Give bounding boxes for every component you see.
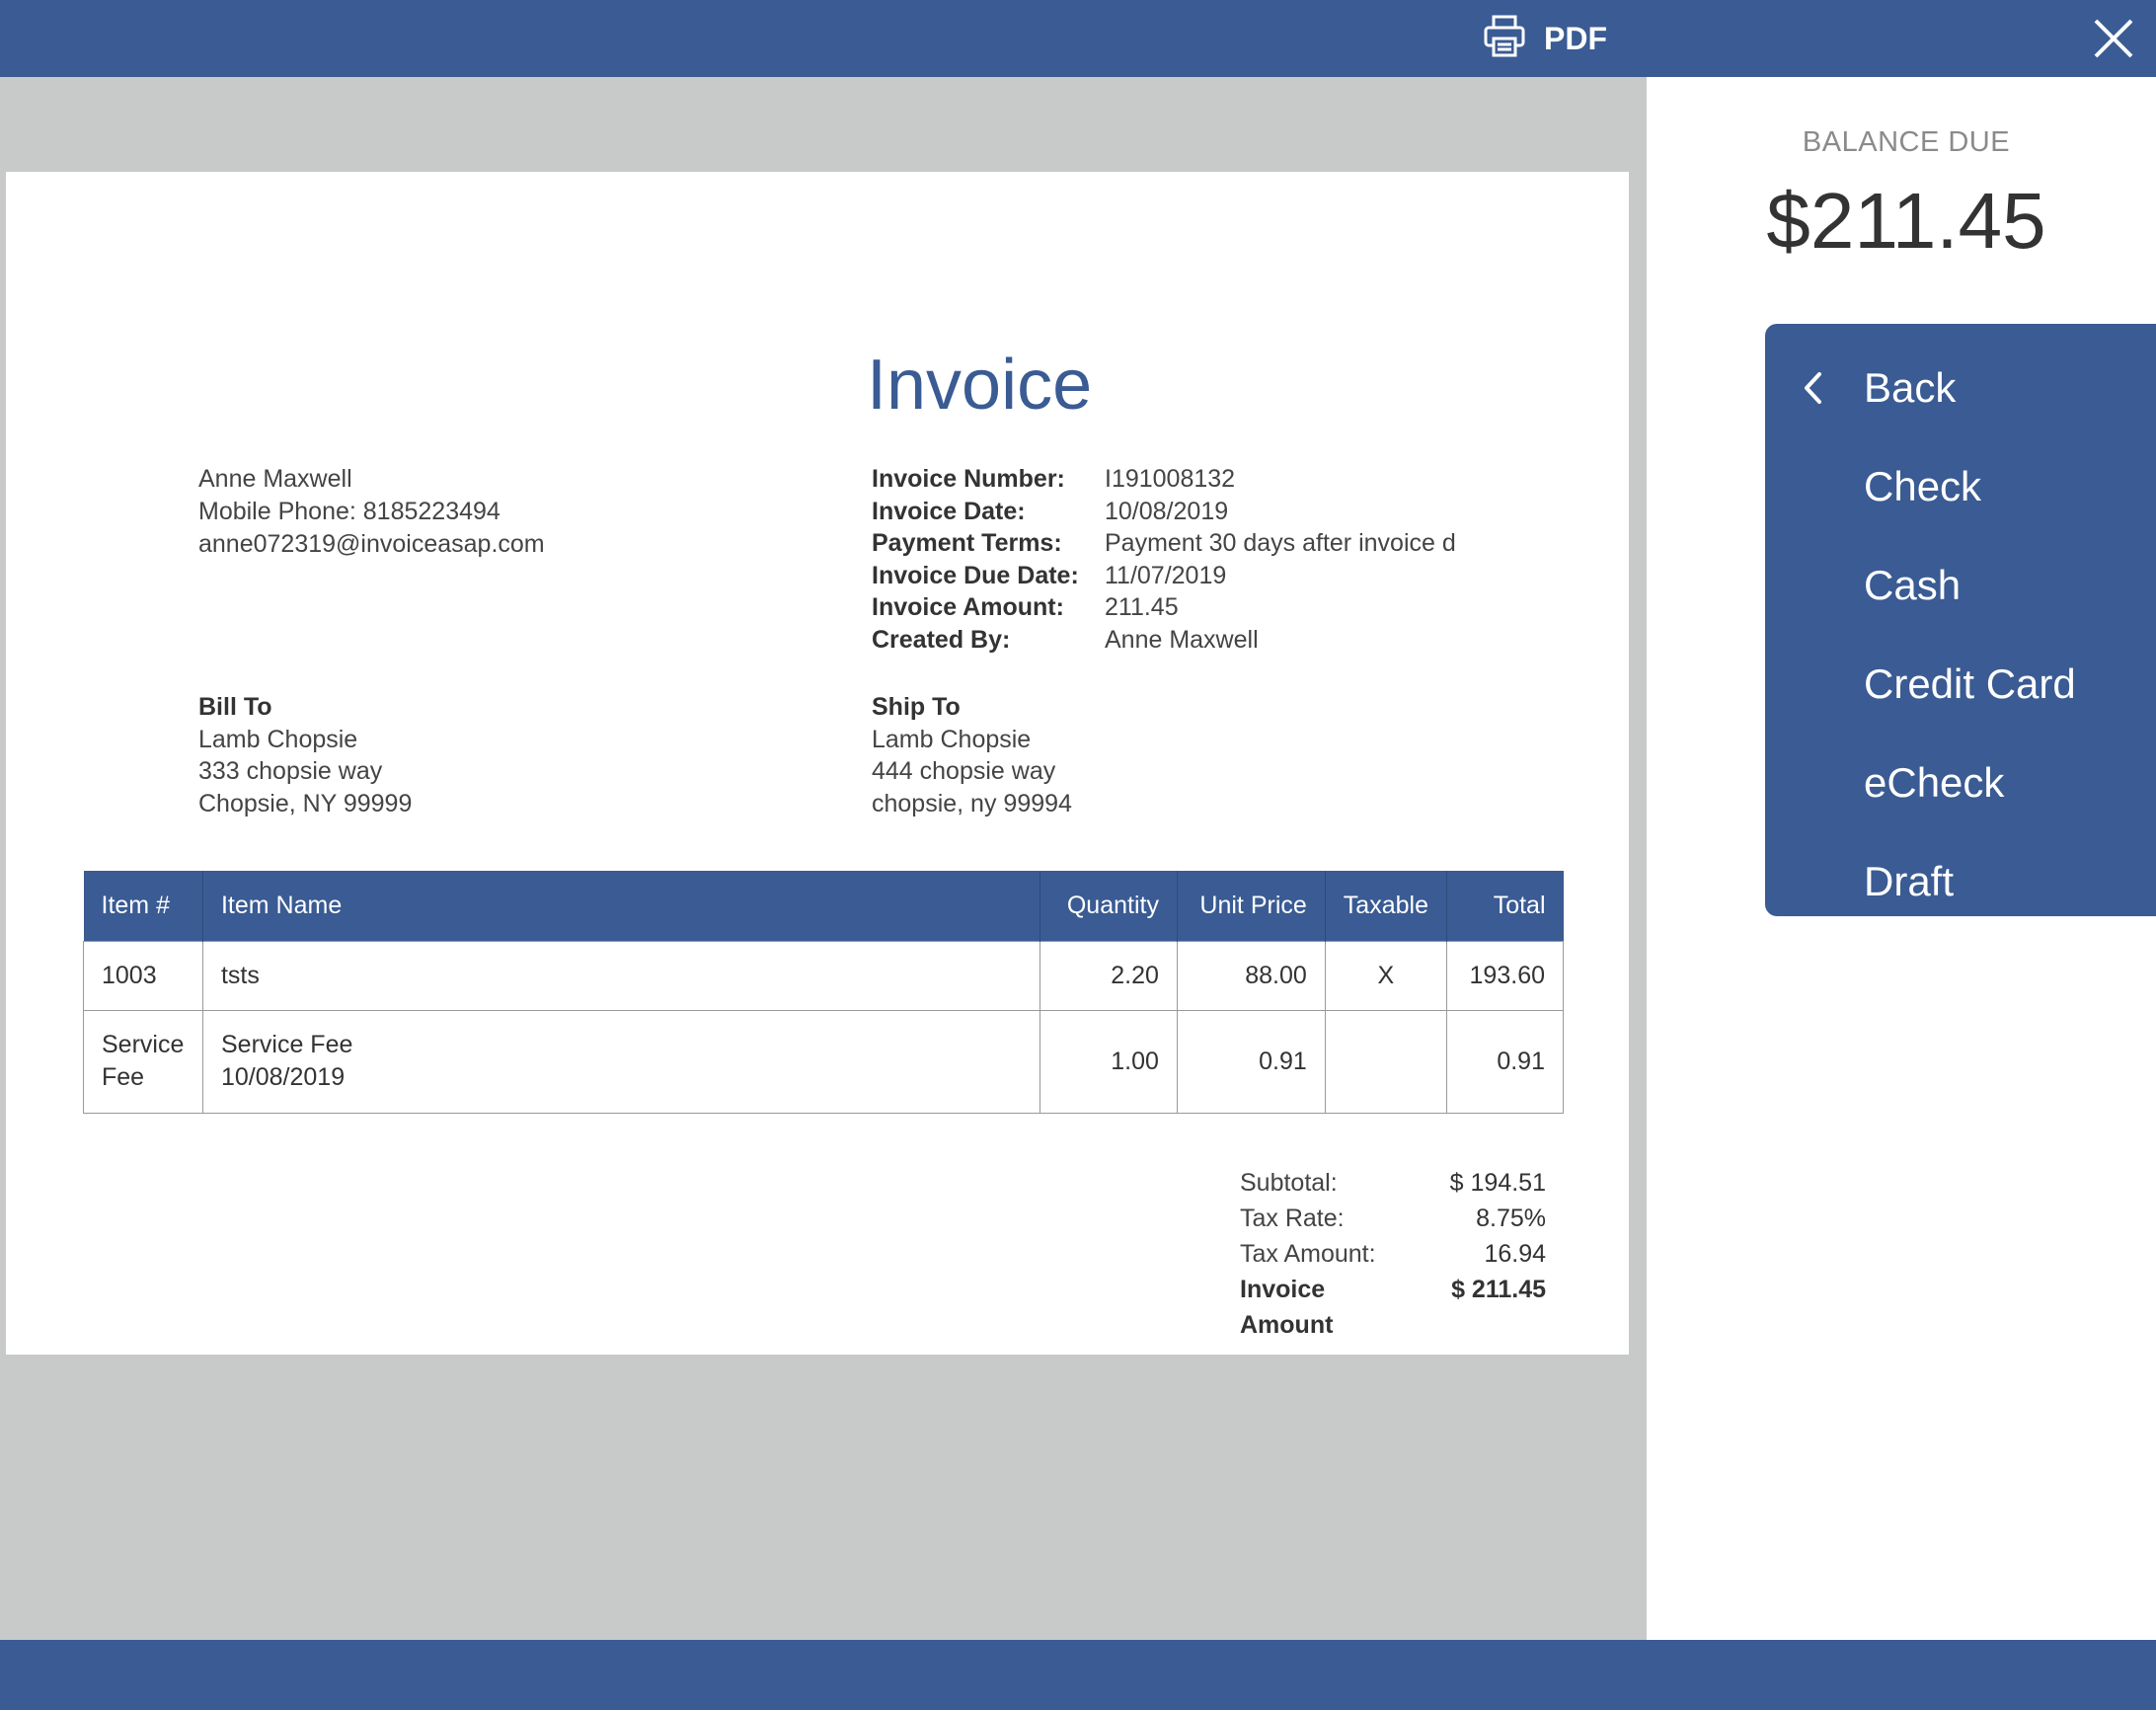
invoice-number: I191008132 (1105, 465, 1236, 493)
bill-to-heading: Bill To (198, 693, 272, 721)
menu-item-draft[interactable]: Draft (1765, 832, 2156, 931)
item-number-cell: Service Fee (83, 1009, 203, 1114)
tax-amount-row: Tax Amount: 16.94 (1240, 1236, 1546, 1272)
bottom-bar (0, 1640, 2156, 1710)
invoice-amount-total: $ 211.45 (1451, 1276, 1546, 1303)
payment-method-menu: Back Check Cash Credit Card eCheck Draft (1765, 324, 2156, 916)
meta-row: Invoice Date: 10/08/2019 (872, 496, 1456, 528)
meta-row: Invoice Due Date: 11/07/2019 (872, 560, 1456, 592)
column-header: Item # (83, 871, 203, 941)
invoice-due-date: 11/07/2019 (1105, 561, 1227, 589)
invoice-page: Invoice Anne Maxwell Mobile Phone: 81852… (6, 172, 1629, 1355)
menu-item-back[interactable]: Back (1765, 339, 2156, 437)
totals-label: Tax Rate: (1240, 1205, 1345, 1232)
column-header: Unit Price (1176, 871, 1326, 941)
subtotal-row: Subtotal: $ 194.51 (1240, 1165, 1546, 1201)
bill-to-block: Bill To Lamb Chopsie 333 chopsie way Cho… (198, 691, 412, 819)
menu-item-label: Draft (1864, 858, 1955, 904)
ship-to-line: Lamb Chopsie (872, 725, 1032, 753)
close-icon (2094, 19, 2133, 58)
bill-to-line: 333 chopsie way (198, 757, 383, 785)
column-header: Item Name (201, 871, 1040, 941)
menu-item-label: Credit Card (1864, 661, 2076, 707)
column-header: Taxable (1324, 871, 1447, 941)
meta-label: Created By: (872, 625, 1011, 654)
meta-row: Created By: Anne Maxwell (872, 624, 1456, 657)
meta-row: Invoice Number: I191008132 (872, 463, 1456, 496)
item-date: 10/08/2019 (220, 1063, 346, 1091)
balance-due-label: BALANCE DUE (1802, 126, 2011, 158)
menu-item-label: Back (1864, 364, 1957, 411)
sender-phone: Mobile Phone: 8185223494 (198, 498, 500, 525)
unit-price-cell: 0.91 (1176, 1009, 1326, 1114)
tax-amount-value: 16.94 (1484, 1240, 1546, 1268)
line-items-table: Item # Item Name Quantity Unit Price Tax… (83, 871, 1565, 1114)
payment-terms: Payment 30 days after invoice d (1105, 529, 1456, 558)
invoice-date: 10/08/2019 (1105, 497, 1229, 525)
column-header: Total (1445, 871, 1564, 941)
unit-price-cell: 88.00 (1176, 940, 1326, 1011)
item-name: Service Fee (220, 1031, 353, 1058)
invoice-title: Invoice (867, 346, 1093, 425)
quantity-cell: 2.20 (1039, 940, 1178, 1011)
close-button[interactable] (2091, 16, 2136, 61)
column-header: Quantity (1039, 871, 1178, 941)
bill-to-line: Chopsie, NY 99999 (198, 789, 413, 817)
quantity-cell: 1.00 (1039, 1009, 1178, 1114)
chevron-left-icon (1805, 372, 1821, 404)
bill-to-line: Lamb Chopsie (198, 725, 358, 753)
pdf-label: PDF (1544, 20, 1607, 56)
invoice-meta: Invoice Number: I191008132 Invoice Date: 1… (872, 463, 1456, 657)
table-row: Service Fee Service Fee 10/08/2019 1.00 … (83, 1009, 1565, 1114)
menu-item-label: eCheck (1864, 759, 2005, 806)
meta-label: Invoice Amount: (872, 593, 1064, 622)
taxable-cell (1324, 1009, 1447, 1114)
item-name-cell: tsts (201, 940, 1040, 1011)
table-header-row: Item # Item Name Quantity Unit Price Tax… (83, 871, 1564, 941)
menu-item-check[interactable]: Check (1765, 437, 2156, 536)
menu-item-label: Check (1864, 463, 1982, 509)
invoice-amount: 211.45 (1105, 593, 1179, 622)
ship-to-block: Ship To Lamb Chopsie 444 chopsie way cho… (872, 691, 1072, 819)
item-name-cell: Service Fee 10/08/2019 (201, 1009, 1040, 1114)
totals-label: Invoice Amount (1240, 1276, 1334, 1339)
table-row: 1003 tsts 2.20 88.00 X 193.60 (83, 940, 1565, 1011)
balance-due-amount: $211.45 (1766, 177, 2046, 265)
meta-label: Invoice Date: (872, 497, 1026, 525)
meta-label: Payment Terms: (872, 529, 1062, 558)
document-viewer[interactable]: Invoice Anne Maxwell Mobile Phone: 81852… (0, 77, 1647, 1640)
ship-to-line: 444 chopsie way (872, 757, 1056, 785)
totals-label: Subtotal: (1240, 1169, 1338, 1197)
printer-icon (1481, 13, 1528, 65)
meta-row: Payment Terms: Payment 30 days after invo… (872, 527, 1456, 560)
tax-rate-row: Tax Rate: 8.75% (1240, 1201, 1546, 1236)
subtotal-value: $ 194.51 (1449, 1169, 1546, 1197)
ship-to-heading: Ship To (872, 693, 961, 721)
menu-item-cash[interactable]: Cash (1765, 536, 2156, 635)
item-name: tsts (220, 961, 260, 989)
ship-to-line: chopsie, ny 99994 (872, 789, 1072, 817)
invoice-amount-row: Invoice Amount $ 211.45 (1240, 1272, 1546, 1343)
meta-row: Invoice Amount: 211.45 (872, 591, 1456, 624)
created-by: Anne Maxwell (1105, 625, 1259, 654)
item-number-cell: 1003 (83, 940, 203, 1011)
menu-item-label: Cash (1864, 562, 1962, 608)
top-toolbar: PDF (0, 0, 2156, 77)
pdf-button[interactable]: PDF (1481, 14, 1607, 63)
tax-rate-value: 8.75% (1476, 1205, 1546, 1232)
taxable-cell: X (1324, 940, 1447, 1011)
menu-item-echeck[interactable]: eCheck (1765, 734, 2156, 832)
totals-block: Subtotal: $ 194.51 Tax Rate: 8.75% Tax Amo… (1240, 1165, 1546, 1343)
sender-name: Anne Maxwell (198, 465, 352, 493)
totals-label: Tax Amount: (1240, 1240, 1376, 1268)
menu-item-credit-card[interactable]: Credit Card (1765, 635, 2156, 734)
payment-panel: BALANCE DUE $211.45 Back Check Cash Cred… (1647, 77, 2156, 1640)
total-cell: 0.91 (1445, 1009, 1565, 1114)
sender-email: anne072319@invoiceasap.com (198, 530, 545, 558)
sender-block: Anne Maxwell Mobile Phone: 8185223494 an… (198, 463, 545, 561)
total-cell: 193.60 (1445, 940, 1565, 1011)
meta-label: Invoice Due Date: (872, 561, 1079, 589)
meta-label: Invoice Number: (872, 465, 1065, 493)
